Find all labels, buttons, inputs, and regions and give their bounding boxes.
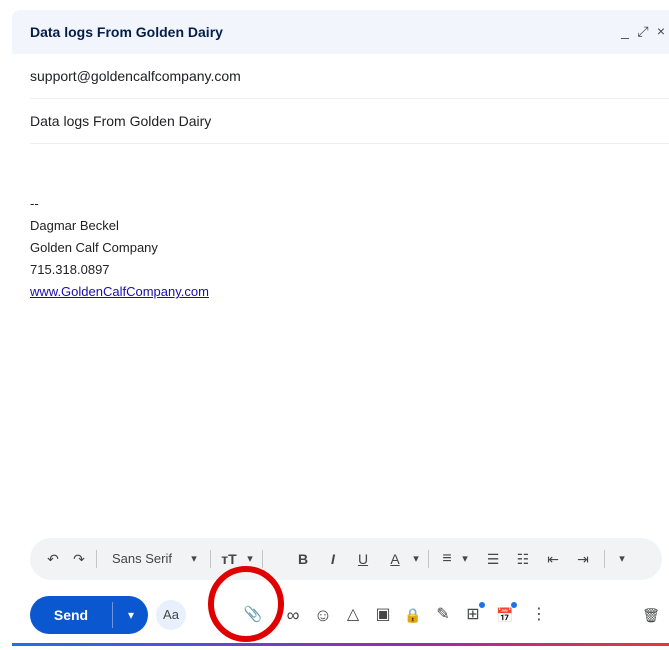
compose-header: Data logs From Golden Dairy _ ⤢ × [12, 10, 669, 54]
signature-website-link[interactable]: www.GoldenCalfCompany.com [30, 281, 209, 303]
text-color-button[interactable]: A [382, 538, 408, 580]
numbered-list-icon[interactable]: ☰ [480, 538, 506, 580]
text-color-caret-icon[interactable]: ▾ [408, 538, 424, 580]
subject-text: Data logs From Golden Dairy [30, 113, 212, 129]
signature-phone: 715.318.0897 [30, 262, 110, 277]
separator [604, 550, 605, 568]
indent-less-icon[interactable]: ⇤ [540, 538, 566, 580]
bottom-toolbar: Send ▾ Aa 📎 ∞ ☺ △ ▣ 🔒 ✎ ⊞ 📅 ⋮ 🗑 [12, 580, 669, 640]
badge-dot [479, 602, 485, 608]
align-icon[interactable]: ≡ [436, 538, 458, 580]
layouts-icon[interactable]: ⊞ [458, 600, 488, 630]
italic-button[interactable]: I [320, 538, 346, 580]
close-icon[interactable]: × [652, 22, 669, 40]
expand-icon[interactable]: ⤢ [634, 22, 652, 40]
recipient: support@goldencalfcompany.com [30, 68, 241, 84]
layouts-icon-glyph: ⊞ [466, 606, 480, 623]
font-select[interactable]: Sans Serif [102, 538, 182, 580]
bottom-accent-strip [12, 643, 669, 646]
signature-dashes: -- [30, 196, 39, 211]
separator [210, 550, 211, 568]
subject-field[interactable]: Data logs From Golden Dairy [30, 99, 669, 144]
emoji-icon[interactable]: ☺ [308, 600, 338, 630]
attach-highlight-ring [208, 566, 284, 642]
formatting-options-button[interactable]: Aa [156, 600, 186, 630]
more-formatting-icon[interactable]: ▾ [612, 538, 632, 580]
schedule-icon-glyph: 📅 [496, 607, 514, 623]
underline-button[interactable]: U [350, 538, 376, 580]
separator [428, 550, 429, 568]
badge-dot [511, 602, 517, 608]
send-button-group: Send ▾ [30, 596, 148, 634]
indent-more-icon[interactable]: ⇥ [570, 538, 596, 580]
signature-block: -- Dagmar Beckel Golden Calf Company 715… [30, 193, 209, 303]
send-options-icon[interactable]: ▾ [118, 596, 144, 634]
bulleted-list-icon[interactable]: ☷ [510, 538, 536, 580]
undo-icon[interactable]: ↶ [42, 538, 64, 580]
signature-icon[interactable]: ✎ [428, 600, 458, 630]
lock-icon[interactable]: 🔒 [398, 600, 428, 630]
font-caret-icon[interactable]: ▾ [184, 538, 204, 580]
compose-window: Data logs From Golden Dairy _ ⤢ × suppor… [12, 10, 669, 643]
drive-icon[interactable]: △ [338, 600, 368, 630]
separator [112, 602, 113, 628]
separator [262, 550, 263, 568]
bold-button[interactable]: B [290, 538, 316, 580]
signature-name: Dagmar Beckel [30, 218, 119, 233]
trash-icon[interactable]: 🗑 [636, 600, 666, 630]
align-caret-icon[interactable]: ▾ [458, 538, 472, 580]
signature-company: Golden Calf Company [30, 240, 158, 255]
separator [96, 550, 97, 568]
photo-icon[interactable]: ▣ [368, 600, 398, 630]
redo-icon[interactable]: ↷ [68, 538, 90, 580]
compose-title: Data logs From Golden Dairy [30, 24, 223, 40]
schedule-icon[interactable]: 📅 [490, 600, 520, 630]
formatting-toolbar: ↶ ↷ Sans Serif ▾ тT ▾ B I U A ▾ ≡ ▾ ☰ ☷ … [30, 538, 662, 580]
minimize-icon[interactable]: _ [616, 22, 634, 40]
more-options-icon[interactable]: ⋮ [524, 600, 554, 630]
send-button[interactable]: Send [30, 596, 112, 634]
to-field[interactable]: support@goldencalfcompany.com [30, 54, 669, 99]
